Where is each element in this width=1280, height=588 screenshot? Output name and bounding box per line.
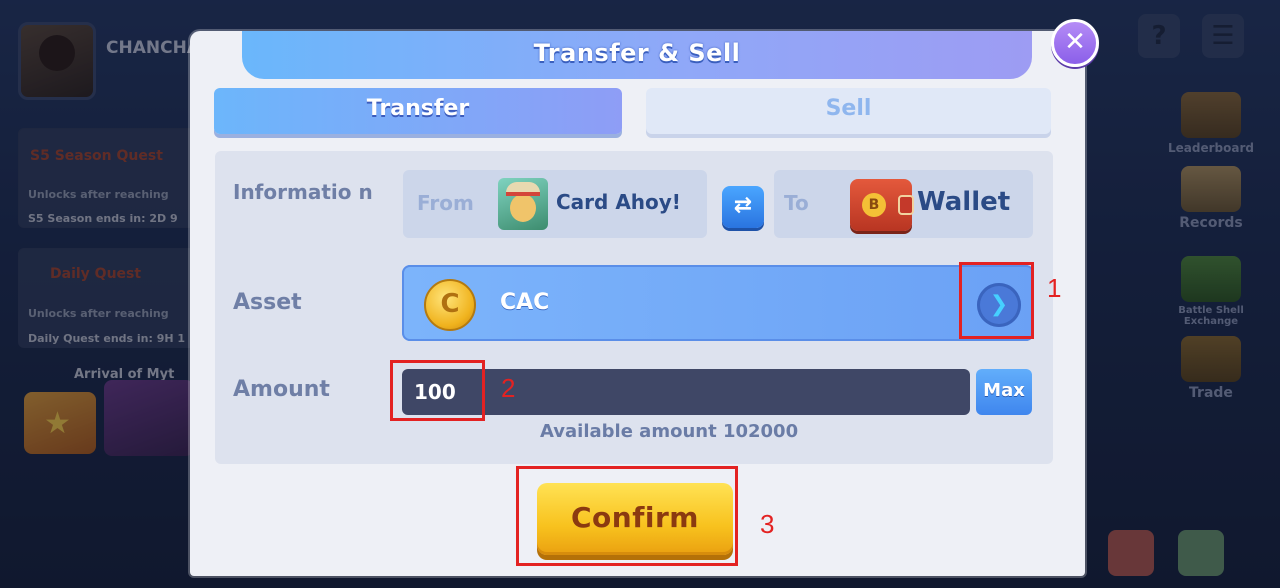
wallet-icon: B — [850, 179, 914, 231]
information-label: Informatio n — [233, 180, 373, 204]
annotation-box-3 — [516, 466, 738, 566]
max-button[interactable]: Max — [976, 369, 1032, 415]
to-destination-name: Wallet — [917, 187, 1011, 217]
annotation-box-1 — [959, 262, 1034, 339]
from-prefix: From — [417, 191, 474, 215]
amount-input[interactable] — [402, 369, 970, 415]
close-button[interactable]: ✕ — [1051, 19, 1099, 67]
to-prefix: To — [784, 191, 809, 215]
from-source-name: Card Ahoy! — [556, 190, 681, 214]
asset-label: Asset — [233, 290, 302, 315]
annotation-number-2: 2 — [501, 373, 516, 403]
asset-name: CAC — [500, 290, 550, 315]
tab-sell[interactable]: Sell — [646, 88, 1051, 134]
annotation-number-1: 1 — [1047, 273, 1062, 303]
dialog-header: Transfer & Sell — [242, 31, 1032, 79]
asset-selector[interactable] — [402, 265, 1034, 341]
amount-label: Amount — [233, 377, 330, 402]
tab-transfer[interactable]: Transfer — [214, 88, 622, 134]
annotation-number-3: 3 — [760, 509, 775, 539]
swap-direction-button[interactable]: ⇄ — [722, 186, 764, 228]
dialog-title: Transfer & Sell — [533, 39, 741, 67]
from-chip: From Card Ahoy! — [403, 170, 707, 238]
annotation-box-2 — [390, 360, 485, 421]
cac-coin-icon: C — [424, 279, 476, 331]
card-ahoy-game-icon — [498, 178, 548, 230]
available-amount-text: Available amount 102000 — [540, 421, 799, 442]
